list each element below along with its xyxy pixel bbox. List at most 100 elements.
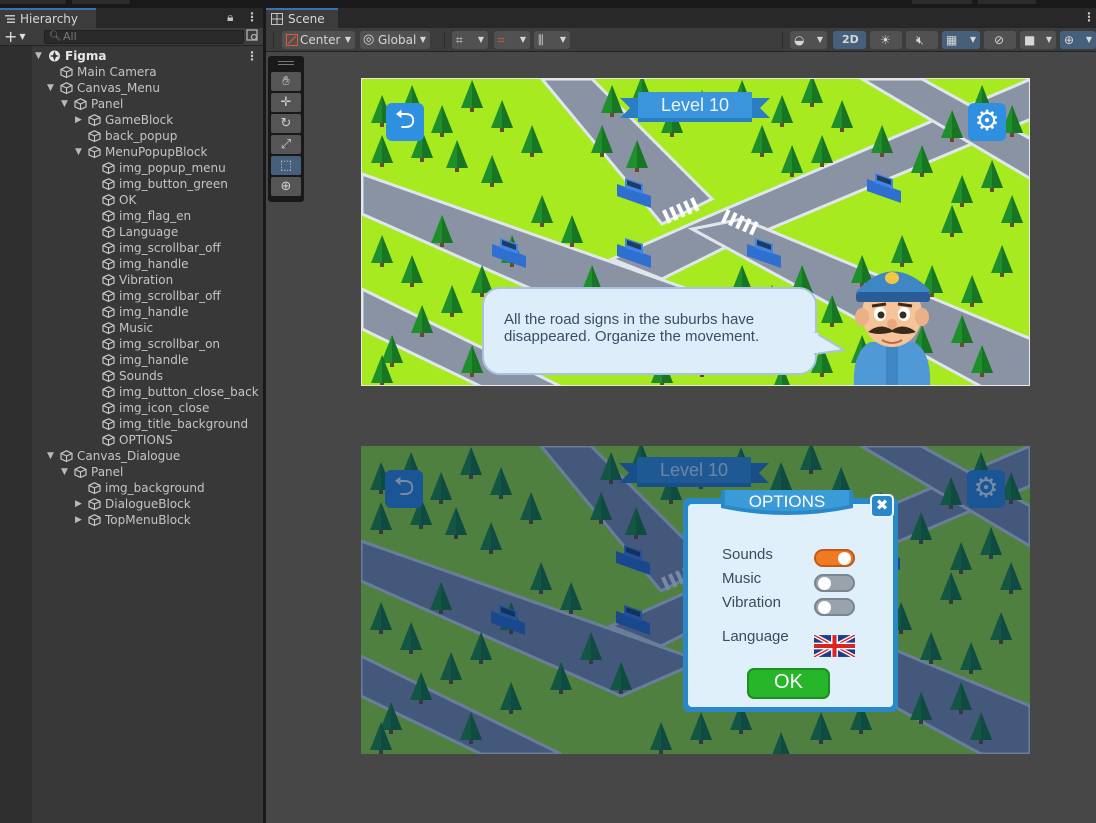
hierarchy-item[interactable]: OPTIONS — [0, 432, 263, 448]
options-popup: Sounds Music Vibration Language OK OPTIO… — [683, 490, 898, 712]
scene-panel: Scene ⋮ Center ▼ ◎ Global ▼ ⌗ ▼ ⌗ ▼ ⫼ ▼ ◒ ▼ 2D… — [266, 8, 1096, 823]
shading-mode-dropdown[interactable]: ◒ ▼ — [790, 31, 827, 49]
gizmos-dropdown[interactable]: ⊕ ▼ — [1060, 31, 1096, 49]
rotate-icon: ↻ — [280, 116, 292, 131]
hierarchy-item[interactable]: Music — [0, 320, 263, 336]
hierarchy-item-label: TopMenuBlock — [105, 513, 191, 527]
hierarchy-item[interactable]: img_scrollbar_off — [0, 240, 263, 256]
top-strip-block — [912, 0, 972, 4]
hierarchy-item[interactable]: ▼ Panel — [0, 464, 263, 480]
hierarchy-item[interactable]: img_handle — [0, 256, 263, 272]
hierarchy-item[interactable]: img_title_background — [0, 416, 263, 432]
search-by-type-icon[interactable] — [246, 29, 260, 43]
lock-icon[interactable]: 🔒︎ — [227, 10, 233, 25]
chevron-down-icon: ▼ — [344, 35, 351, 44]
hierarchy-item[interactable]: OK — [0, 192, 263, 208]
settings-button[interactable]: ⚙︎ — [968, 103, 1006, 141]
vibration-toggle[interactable] — [814, 598, 855, 616]
hierarchy-item[interactable]: img_scrollbar_on — [0, 336, 263, 352]
hierarchy-search-input[interactable]: 🔍︎ All — [44, 30, 244, 44]
more-options-icon[interactable]: ⋮ — [246, 48, 258, 64]
increment-snap-dropdown[interactable]: ⌗ ▼ — [494, 31, 530, 49]
hierarchy-item[interactable]: ▼ Canvas_Menu — [0, 80, 263, 96]
camera-dropdown[interactable]: ■ ▼ — [1020, 31, 1056, 49]
space-mode-dropdown[interactable]: ◎ Global ▼ — [360, 31, 430, 49]
effects-dropdown[interactable]: ▦ ▼ — [942, 31, 980, 49]
tab-scene[interactable]: Scene — [266, 8, 338, 28]
expand-arrow-down-icon[interactable]: ▼ — [47, 80, 54, 96]
palette-grip-icon[interactable] — [278, 61, 294, 65]
hierarchy-item[interactable]: img_scrollbar_off — [0, 288, 263, 304]
expand-arrow-right-icon[interactable]: ▶ — [75, 112, 82, 128]
hierarchy-item[interactable]: ▶ TopMenuBlock — [0, 512, 263, 528]
visibility-toggle[interactable]: ⊘ — [984, 31, 1016, 49]
hierarchy-item[interactable]: img_button_green — [0, 176, 263, 192]
scene-viewport[interactable]: ✋︎ ✛ ↻ ⤢ ⬚ ⊕ Level 10 ⮌ ⚙︎ All the road … — [266, 53, 1096, 823]
hierarchy-item[interactable]: ▶ GameBlock — [0, 112, 263, 128]
transform-tool-button[interactable]: ⊕ — [271, 177, 301, 196]
hierarchy-item[interactable]: ▼ Canvas_Dialogue — [0, 448, 263, 464]
gameobject-cube-icon — [102, 258, 115, 270]
music-toggle[interactable] — [814, 574, 855, 592]
hierarchy-item-label: Vibration — [119, 273, 174, 287]
2d-mode-button[interactable]: 2D — [833, 31, 866, 49]
sounds-toggle[interactable] — [814, 549, 855, 567]
move-tool-button[interactable]: ✛ — [271, 93, 301, 112]
expand-arrow-down-icon[interactable]: ▼ — [35, 48, 42, 64]
hierarchy-item[interactable]: Sounds — [0, 368, 263, 384]
dialogue-text: All the road signs in the suburbs have d… — [504, 311, 760, 345]
close-button[interactable]: ✖︎ — [870, 494, 894, 518]
ok-button[interactable]: OK — [747, 668, 830, 699]
hierarchy-item[interactable]: Main Camera — [0, 64, 263, 80]
hierarchy-item[interactable]: Vibration — [0, 272, 263, 288]
expand-arrow-down-icon[interactable]: ▼ — [47, 448, 54, 464]
hierarchy-item-label: img_scrollbar_off — [119, 289, 221, 303]
chevron-down-icon: ▼ — [19, 32, 26, 41]
hierarchy-item[interactable]: back_popup — [0, 128, 263, 144]
gameobject-cube-icon — [88, 498, 101, 510]
expand-arrow-right-icon[interactable]: ▶ — [75, 512, 82, 528]
gameobject-cube-icon — [102, 418, 115, 430]
rotate-tool-button[interactable]: ↻ — [271, 114, 301, 133]
hierarchy-item-label: img_background — [105, 481, 205, 495]
hierarchy-item[interactable]: img_handle — [0, 304, 263, 320]
hierarchy-item[interactable]: img_handle — [0, 352, 263, 368]
hierarchy-item[interactable]: img_popup_menu — [0, 160, 263, 176]
audio-toggle[interactable]: 🔇︎ — [906, 31, 938, 49]
hierarchy-item[interactable]: Language — [0, 224, 263, 240]
level-label: Level 10 — [660, 95, 730, 115]
tab-scene-label: Scene — [288, 12, 325, 26]
expand-arrow-right-icon[interactable]: ▶ — [75, 496, 82, 512]
rect-tool-button[interactable]: ⬚ — [271, 156, 301, 175]
back-arrow-icon: ⮌ — [394, 105, 416, 135]
hierarchy-item[interactable]: img_flag_en — [0, 208, 263, 224]
grid-snap-dropdown[interactable]: ⌗ ▼ — [452, 31, 488, 49]
more-options-icon[interactable]: ⋮ — [246, 10, 258, 24]
lighting-toggle[interactable]: ☀ — [870, 31, 902, 49]
scale-tool-button[interactable]: ⤢ — [271, 135, 301, 154]
game-canvas-menu[interactable]: Level 10 ⮌ ⚙︎ All the road signs in the … — [361, 78, 1030, 386]
tab-hierarchy[interactable]: Hierarchy — [0, 8, 96, 28]
hierarchy-item[interactable]: img_button_close_back — [0, 384, 263, 400]
hierarchy-item[interactable]: ▼ Figma ⋮ — [0, 48, 263, 64]
uk-flag-icon[interactable] — [814, 635, 855, 657]
back-button[interactable]: ⮌ — [386, 103, 424, 141]
hierarchy-item[interactable]: ▶ DialogueBlock — [0, 496, 263, 512]
expand-arrow-down-icon[interactable]: ▼ — [75, 144, 82, 160]
dialogue-bubble: All the road signs in the suburbs have d… — [482, 287, 817, 375]
game-canvas-dialogue[interactable]: Level 10 ⮌ ⚙︎ Sounds Music Vibration Lan… — [361, 446, 1030, 754]
hierarchy-item[interactable]: img_icon_close — [0, 400, 263, 416]
music-label: Music — [722, 570, 762, 587]
more-options-icon[interactable]: ⋮ — [1083, 10, 1095, 24]
gameobject-cube-icon — [102, 322, 115, 334]
create-button[interactable]: + ▼ — [4, 28, 34, 46]
pivot-mode-dropdown[interactable]: Center ▼ — [282, 31, 355, 49]
expand-arrow-down-icon[interactable]: ▼ — [61, 96, 68, 112]
expand-arrow-down-icon[interactable]: ▼ — [61, 464, 68, 480]
gameobject-cube-icon — [102, 370, 115, 382]
hierarchy-item[interactable]: img_background — [0, 480, 263, 496]
hand-tool-button[interactable]: ✋︎ — [271, 72, 301, 91]
hierarchy-item[interactable]: ▼ MenuPopupBlock — [0, 144, 263, 160]
hierarchy-item[interactable]: ▼ Panel — [0, 96, 263, 112]
ruler-dropdown[interactable]: ⫼ ▼ — [534, 31, 570, 49]
